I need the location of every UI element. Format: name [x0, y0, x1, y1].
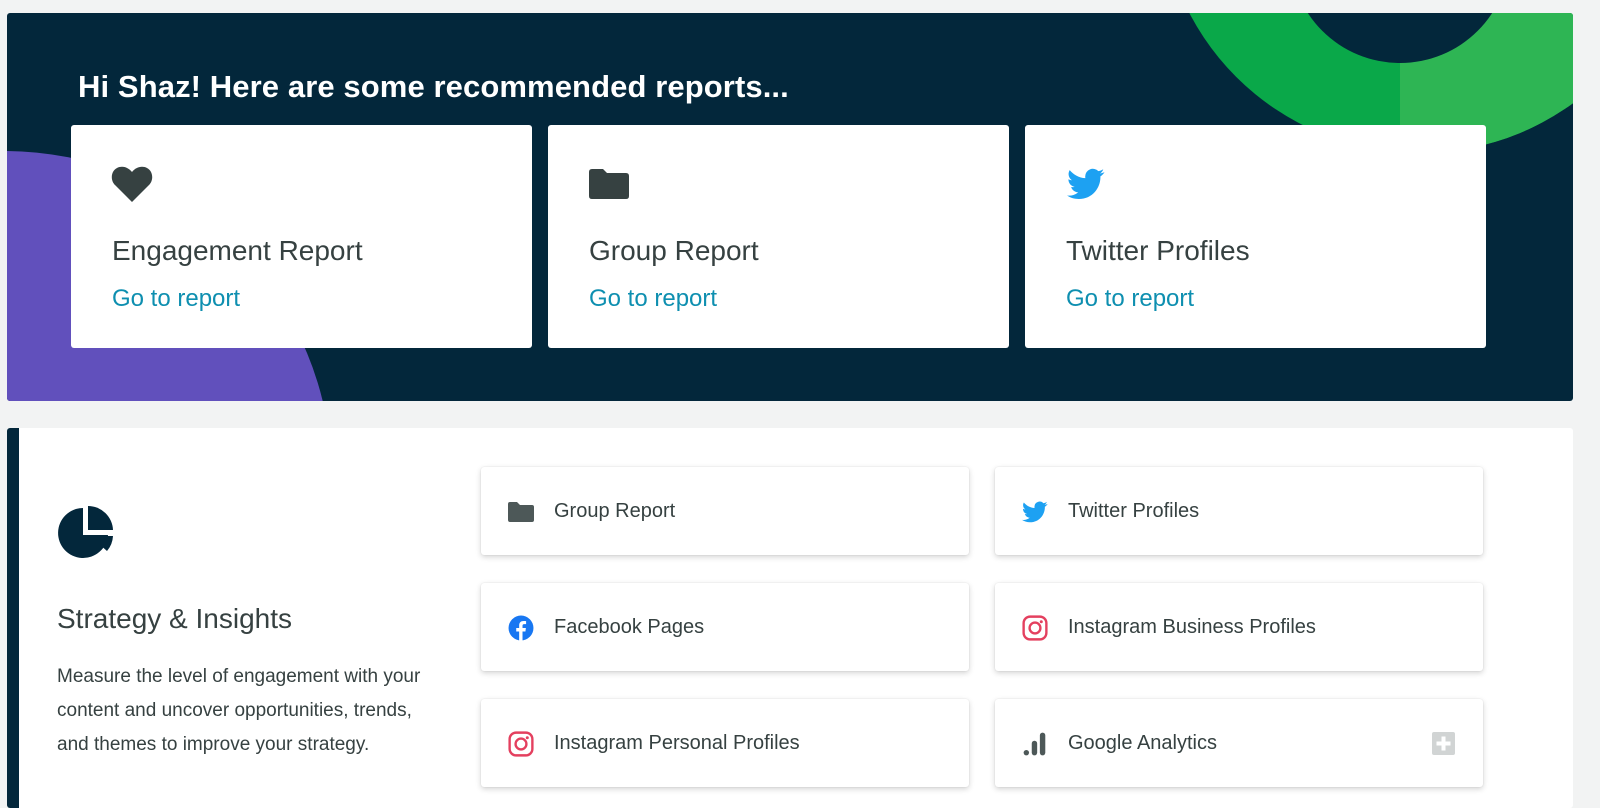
report-link-label: Instagram Business Profiles [1068, 616, 1316, 638]
card-title: Group Report [589, 235, 759, 266]
report-link-label: Google Analytics [1068, 732, 1217, 754]
banner-title: Hi Shaz! Here are some recommended repor… [78, 69, 789, 104]
recommended-reports-banner: Hi Shaz! Here are some recommended repor… [7, 13, 1573, 401]
report-link-group-report[interactable]: Group Report [481, 467, 969, 555]
report-link-label: Facebook Pages [554, 616, 705, 638]
heart-icon [111, 166, 153, 202]
go-to-report-link[interactable]: Go to report [112, 285, 240, 313]
recommended-card-engagement-report[interactable]: Engagement Report Go to report [71, 125, 532, 348]
card-title: Twitter Profiles [1066, 235, 1250, 266]
bar-chart-icon [1023, 732, 1046, 756]
recommended-card-twitter-profiles[interactable]: Twitter Profiles Go to report [1025, 125, 1486, 348]
go-to-report-link[interactable]: Go to report [1066, 285, 1194, 313]
report-link-facebook-pages[interactable]: Facebook Pages [481, 583, 969, 671]
report-link-google-analytics[interactable]: Google Analytics [995, 699, 1483, 787]
folder-icon [589, 169, 629, 199]
go-to-report-link[interactable]: Go to report [589, 285, 717, 313]
report-link-instagram-personal-profiles[interactable]: Instagram Personal Profiles [481, 699, 969, 787]
card-title: Engagement Report [112, 235, 363, 266]
report-link-instagram-business-profiles[interactable]: Instagram Business Profiles [995, 583, 1483, 671]
twitter-icon [1067, 168, 1105, 200]
report-link-twitter-profiles[interactable]: Twitter Profiles [995, 467, 1483, 555]
twitter-icon [1022, 501, 1048, 523]
section-title: Strategy & Insights [57, 603, 293, 634]
facebook-icon [508, 615, 534, 641]
instagram-icon [508, 731, 534, 757]
report-link-label: Group Report [554, 500, 676, 522]
section-accent-bar [7, 428, 19, 808]
report-link-label: Twitter Profiles [1068, 500, 1200, 522]
report-link-label: Instagram Personal Profiles [554, 732, 800, 754]
instagram-icon [1022, 615, 1048, 641]
pie-chart-icon [58, 506, 113, 558]
plus-icon[interactable] [1432, 732, 1455, 755]
folder-icon [508, 502, 534, 522]
section-description: Measure the level of engagement with you… [57, 666, 421, 755]
recommended-card-group-report[interactable]: Group Report Go to report [548, 125, 1009, 348]
strategy-insights-section: Strategy & Insights Measure the level of… [7, 428, 1573, 808]
